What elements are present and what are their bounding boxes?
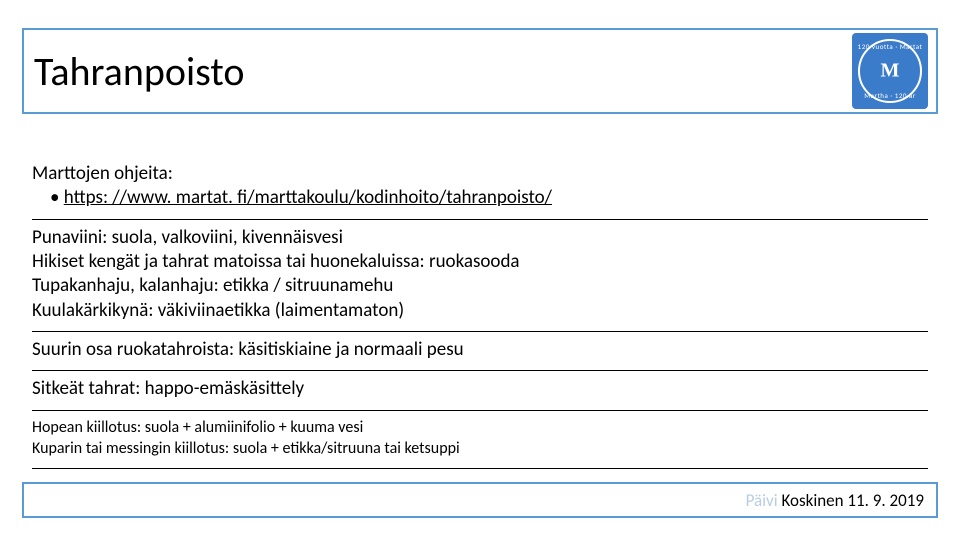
martat-logo: 120 vuotta · Martat M Martha · 120 år	[852, 33, 928, 109]
content-area: Marttojen ohjeita: https: //www. martat.…	[32, 156, 928, 469]
title-box: Tahranpoisto 120 vuotta · Martat M Marth…	[22, 28, 938, 114]
link-item: https: //www. martat. fi/marttakoulu/kod…	[50, 186, 928, 210]
footer-box: Päivi Koskinen 11. 9. 2019	[22, 482, 938, 518]
logo-top-text: 120 vuotta · Martat	[852, 42, 928, 51]
block-intro: Marttojen ohjeita: https: //www. martat.…	[32, 156, 928, 220]
tip-tupakanhaju: Tupakanhaju, kalanhaju: etikka / sitruun…	[32, 274, 928, 298]
footer-text: Päivi Koskinen 11. 9. 2019	[746, 490, 924, 511]
logo-center-glyph: M	[881, 60, 900, 83]
tip-hopea: Hopean kiillotus: suola + alumiinifolio …	[32, 417, 928, 439]
block-tips-3: Sitkeät tahrat: happo-emäskäsittely	[32, 371, 928, 410]
page-title: Tahranpoisto	[24, 47, 244, 96]
link-list: https: //www. martat. fi/marttakoulu/kod…	[32, 186, 928, 210]
logo-bottom-text: Martha · 120 år	[852, 91, 928, 100]
tip-kuulakarkikyna: Kuulakärkikynä: väkiviinaetikka (laiment…	[32, 299, 928, 323]
block-tips-1: Punaviini: suola, valkoviini, kivennäisv…	[32, 220, 928, 332]
intro-text: Marttojen ohjeita:	[32, 162, 928, 186]
block-tips-2: Suurin osa ruokatahroista: käsitiskiaine…	[32, 332, 928, 371]
tip-hikiset: Hikiset kengät ja tahrat matoissa tai hu…	[32, 250, 928, 274]
tip-sitkeat: Sitkeät tahrat: happo-emäskäsittely	[32, 377, 928, 401]
footer-author-first: Päivi	[746, 490, 778, 511]
footer-author-rest: Koskinen 11. 9. 2019	[778, 490, 924, 511]
tip-kupari: Kuparin tai messingin kiillotus: suola +…	[32, 438, 928, 460]
block-tips-4: Hopean kiillotus: suola + alumiinifolio …	[32, 411, 928, 469]
martat-link[interactable]: https: //www. martat. fi/marttakoulu/kod…	[64, 186, 552, 209]
tip-punaviini: Punaviini: suola, valkoviini, kivennäisv…	[32, 226, 928, 250]
tip-ruokatahrat: Suurin osa ruokatahroista: käsitiskiaine…	[32, 338, 928, 362]
